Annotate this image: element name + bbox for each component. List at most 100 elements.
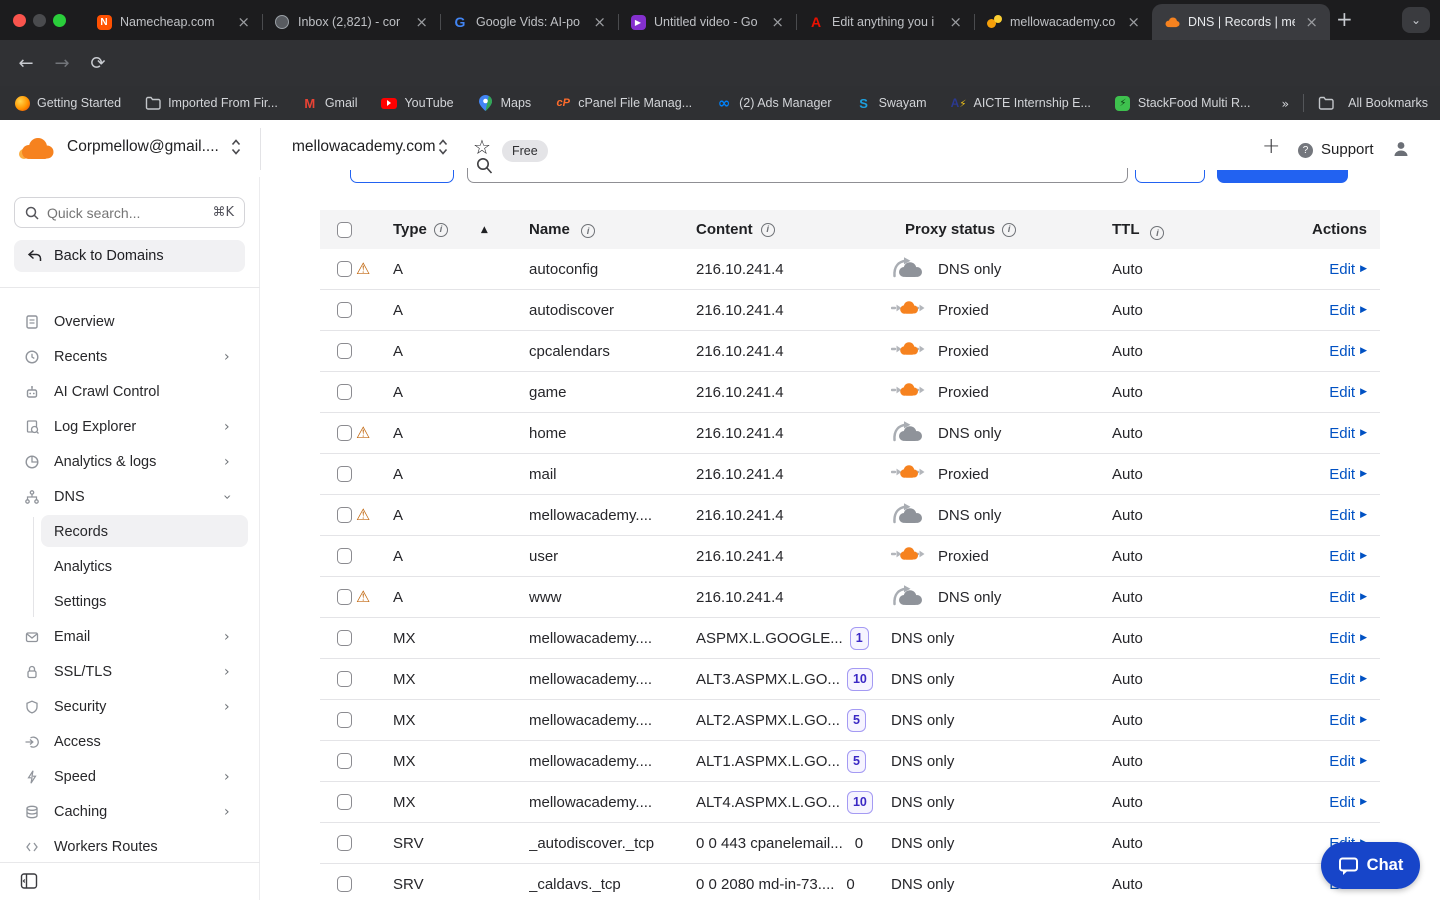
edit-button[interactable]: Edit ▶ <box>1329 302 1380 319</box>
row-checkbox[interactable] <box>337 343 352 359</box>
bookmark-item[interactable]: Imported From Fir... <box>145 95 278 111</box>
sidebar-item-recents[interactable]: Recents › <box>0 339 260 374</box>
row-checkbox[interactable] <box>337 671 352 687</box>
sidebar-item-ai-crawl-control[interactable]: AI Crawl Control <box>0 374 260 409</box>
bookmark-item[interactable]: ∞ (2) Ads Manager <box>716 94 832 112</box>
browser-tab[interactable]: A Edit anything you i × <box>796 4 974 40</box>
bookmark-item[interactable]: cP cPanel File Manag... <box>555 95 692 111</box>
row-checkbox[interactable] <box>337 876 352 892</box>
edit-button[interactable]: Edit ▶ <box>1329 671 1380 688</box>
favorite-star-icon[interactable]: ☆ <box>473 135 491 159</box>
sidebar-item-workers-routes[interactable]: Workers Routes <box>0 829 260 864</box>
bookmark-item[interactable]: Maps <box>478 95 531 111</box>
sidebar-item-dns[interactable]: DNS › <box>0 479 260 514</box>
support-link[interactable]: Support <box>1321 141 1374 158</box>
chat-button[interactable]: Chat <box>1321 842 1420 889</box>
tab-close-icon[interactable]: × <box>413 13 430 31</box>
quick-search-field[interactable] <box>47 204 205 221</box>
tab-search-icon[interactable]: ⌄ <box>1402 7 1430 33</box>
browser-tab[interactable]: ▶ Untitled video - Go × <box>618 4 796 40</box>
forward-icon[interactable]: → <box>50 51 74 75</box>
tab-close-icon[interactable]: × <box>1125 13 1142 31</box>
bookmarks-overflow-icon[interactable]: » <box>1281 96 1289 111</box>
bookmark-item[interactable]: ⚡ StackFood Multi R... <box>1115 95 1250 111</box>
info-icon[interactable]: i <box>760 222 775 237</box>
window-zoom-button[interactable] <box>53 14 66 27</box>
edit-button[interactable]: Edit ▶ <box>1329 261 1380 278</box>
browser-tab[interactable]: Inbox (2,821) - cor × <box>262 4 440 40</box>
dns-search-input-fragment[interactable] <box>467 168 1128 183</box>
browser-tab[interactable]: G Google Vids: AI-po × <box>440 4 618 40</box>
back-to-domains-button[interactable]: Back to Domains <box>14 240 245 272</box>
new-tab-button[interactable]: + <box>1336 9 1353 29</box>
edit-button[interactable]: Edit ▶ <box>1329 384 1380 401</box>
bookmark-item[interactable]: A⚡ AICTE Internship E... <box>951 95 1091 111</box>
row-checkbox[interactable] <box>337 794 352 810</box>
domain-selector[interactable]: mellowacademy.com <box>292 138 436 156</box>
tab-close-icon[interactable]: × <box>769 13 786 31</box>
column-content[interactable]: Content <box>696 221 753 238</box>
edit-button[interactable]: Edit ▶ <box>1329 548 1380 565</box>
row-checkbox[interactable] <box>337 589 352 605</box>
edit-button[interactable]: Edit ▶ <box>1329 343 1380 360</box>
tab-close-icon[interactable]: × <box>947 13 964 31</box>
tab-close-icon[interactable]: × <box>1303 13 1320 31</box>
add-site-button[interactable]: + <box>1262 134 1280 159</box>
column-name[interactable]: Name <box>529 221 570 238</box>
edit-button[interactable]: Edit ▶ <box>1329 794 1380 811</box>
edit-button[interactable]: Edit ▶ <box>1329 425 1380 442</box>
row-checkbox[interactable] <box>337 753 352 769</box>
row-checkbox[interactable] <box>337 835 352 851</box>
column-type[interactable]: Type <box>393 221 427 238</box>
sidebar-item-records[interactable]: Records <box>0 514 260 549</box>
browser-tab[interactable]: N Namecheap.com × <box>84 4 262 40</box>
select-all-checkbox[interactable] <box>337 221 352 238</box>
row-checkbox[interactable] <box>337 425 352 441</box>
edit-button[interactable]: Edit ▶ <box>1329 466 1380 483</box>
window-close-button[interactable] <box>13 14 26 27</box>
sidebar-item-security[interactable]: Security › <box>0 689 260 724</box>
edit-button[interactable]: Edit ▶ <box>1329 630 1380 647</box>
bookmark-item[interactable]: Getting Started <box>14 95 121 111</box>
info-icon[interactable]: i <box>1002 222 1017 237</box>
table-secondary-button-fragment[interactable] <box>1135 170 1205 183</box>
sidebar-item-log-explorer[interactable]: Log Explorer › <box>0 409 260 444</box>
column-proxy-status[interactable]: Proxy status <box>905 221 995 238</box>
user-icon[interactable] <box>1392 140 1410 158</box>
window-minimize-button[interactable] <box>33 14 46 27</box>
reload-icon[interactable]: ⟳ <box>86 51 110 75</box>
sidebar-item-analytics[interactable]: Analytics <box>0 549 260 584</box>
edit-button[interactable]: Edit ▶ <box>1329 753 1380 770</box>
bookmark-item[interactable]: YouTube <box>381 95 454 111</box>
browser-tab[interactable]: DNS | Records | me × <box>1152 4 1330 40</box>
browser-tab[interactable]: mellowacademy.co × <box>974 4 1152 40</box>
all-bookmarks-label[interactable]: All Bookmarks <box>1348 96 1428 110</box>
row-checkbox[interactable] <box>337 630 352 646</box>
sort-asc-icon[interactable]: ▲ <box>481 225 488 235</box>
sidebar-item-access[interactable]: Access <box>0 724 260 759</box>
account-selector[interactable]: Corpmellow@gmail.... <box>67 138 219 156</box>
add-record-button-fragment[interactable] <box>1217 170 1348 183</box>
tab-close-icon[interactable]: × <box>235 13 252 31</box>
sidebar-item-analytics-logs[interactable]: Analytics & logs › <box>0 444 260 479</box>
row-checkbox[interactable] <box>337 548 352 564</box>
row-checkbox[interactable] <box>337 384 352 400</box>
column-ttl[interactable]: TTL <box>1112 221 1139 238</box>
sidebar-item-ssl-tls[interactable]: SSL/TLS › <box>0 654 260 689</box>
edit-button[interactable]: Edit ▶ <box>1329 589 1380 606</box>
collapse-sidebar-icon[interactable] <box>20 872 38 890</box>
sidebar-item-settings[interactable]: Settings <box>0 584 260 619</box>
row-checkbox[interactable] <box>337 507 352 523</box>
row-checkbox[interactable] <box>337 261 352 277</box>
sidebar-item-email[interactable]: Email › <box>0 619 260 654</box>
domain-chevron-updown-icon[interactable] <box>438 138 448 156</box>
bookmark-item[interactable]: M Gmail <box>302 95 357 111</box>
sidebar-item-overview[interactable]: Overview <box>0 304 260 339</box>
info-icon[interactable]: i <box>581 224 596 239</box>
back-icon[interactable]: ← <box>14 51 38 75</box>
account-chevron-updown-icon[interactable] <box>231 138 241 156</box>
edit-button[interactable]: Edit ▶ <box>1329 712 1380 729</box>
info-icon[interactable]: i <box>433 222 448 237</box>
table-action-button-fragment[interactable] <box>350 170 454 183</box>
sidebar-item-speed[interactable]: Speed › <box>0 759 260 794</box>
